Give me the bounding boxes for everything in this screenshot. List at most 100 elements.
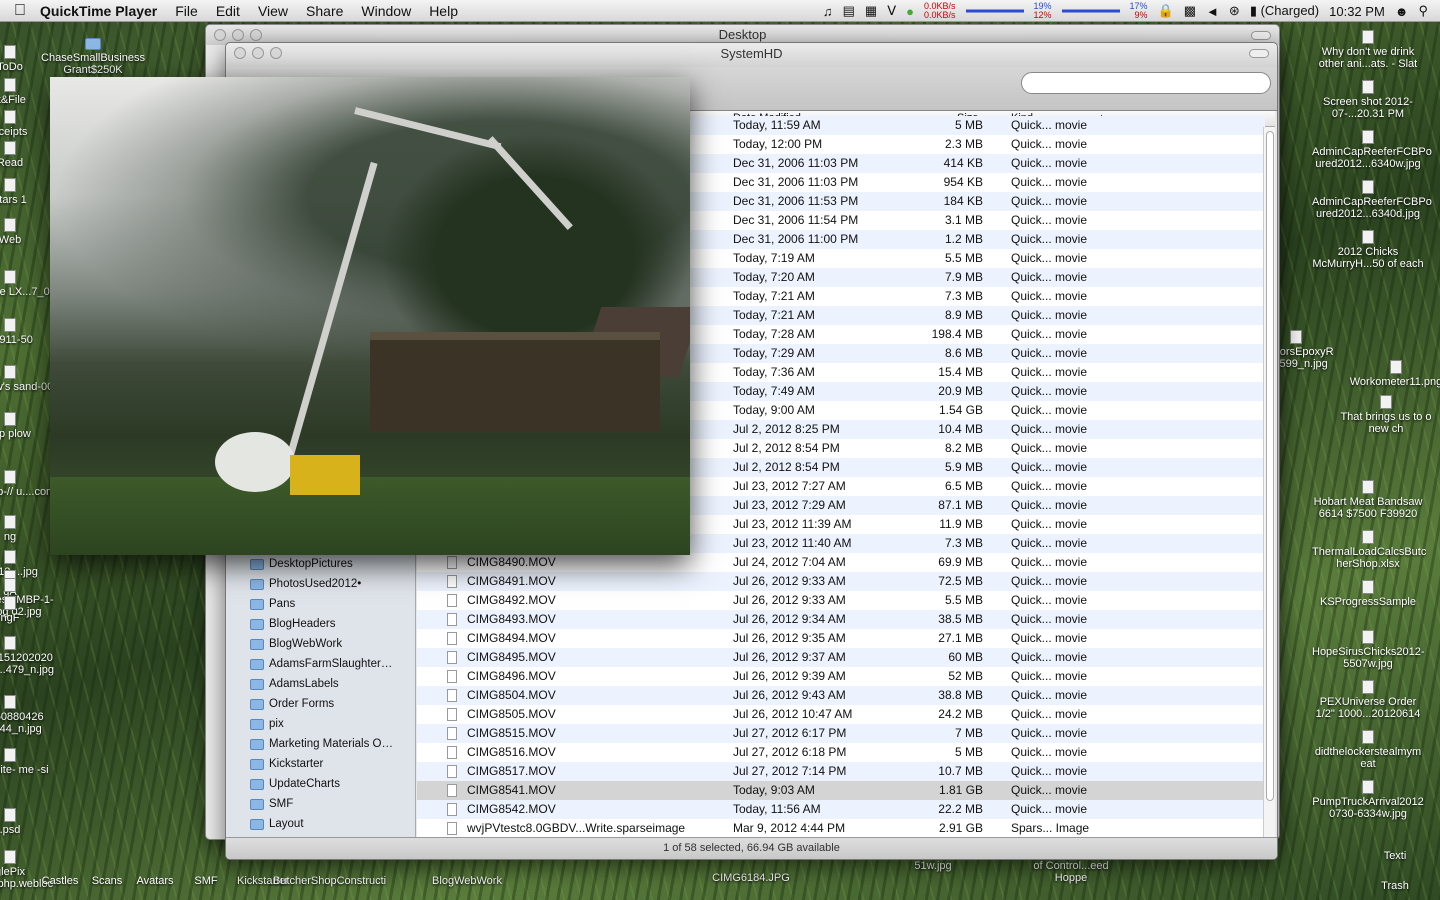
desktop-icon-right[interactable]: KSProgressSample <box>1312 580 1424 608</box>
table-row[interactable]: CIMG8493.MOV Jul 26, 2012 9:34 AM 38.5 MB Q… <box>417 610 1265 629</box>
table-row[interactable]: CIMG8504.MOV Jul 26, 2012 9:43 AM 38.8 MB Q… <box>417 686 1265 705</box>
table-row[interactable]: CIMG8542.MOV Today, 11:56 AM 22.2 MB Quick.… <box>417 800 1265 819</box>
sidebar-item-kickstarter[interactable]: Kickstarter <box>250 754 323 774</box>
table-row[interactable]: CIMG8495.MOV Jul 26, 2012 9:37 AM 60 MB Qui… <box>417 648 1265 667</box>
cement-mixer-drum <box>215 432 295 492</box>
desktop-icon-bottom[interactable]: of Control...eed Hoppe <box>1016 860 1126 884</box>
volume-icon[interactable]: ◄ <box>1206 4 1219 19</box>
desktop-icon-bottom[interactable]: BlogWebWork <box>412 875 522 887</box>
toolbar-toggle-button[interactable] <box>1251 31 1271 40</box>
sidebar-item-blogwebwork[interactable]: BlogWebWork <box>250 634 342 654</box>
clock[interactable]: 10:32 PM <box>1329 4 1385 19</box>
sidebar-item-desktoppictures[interactable]: DesktopPictures <box>250 554 353 574</box>
desktop-icon-right[interactable]: Screen shot 2012-07-...20.31 PM <box>1312 80 1424 120</box>
menu-file[interactable]: File <box>175 3 198 19</box>
table-row[interactable]: CIMG8494.MOV Jul 26, 2012 9:35 AM 27.1 MB Q… <box>417 629 1265 648</box>
quicktime-movie-frame[interactable] <box>50 77 690 555</box>
cpu-meter-2[interactable]: 17% 9% <box>1130 2 1148 20</box>
movie-file-icon <box>447 727 457 740</box>
table-row[interactable]: CIMG8492.MOV Jul 26, 2012 9:33 AM 5.5 MB Qu… <box>417 591 1265 610</box>
desktop-icon-left[interactable]: 68_10151202020 328_5...479_n.jpg <box>0 636 65 676</box>
desktop-icon-bottom[interactable]: ButcherShopConstructi <box>273 875 386 887</box>
desktop-icon-right[interactable]: 2012 Chicks McMurryH...50 of each <box>1312 230 1424 270</box>
file-size: 198.4 MB <box>931 327 983 341</box>
battery-status[interactable]: ▮ (Charged) <box>1250 3 1319 19</box>
network-meter[interactable]: 0.0KB/s 0.0KB/s <box>924 2 956 20</box>
sidebar-item-photosused2012[interactable]: PhotosUsed2012• <box>250 574 361 594</box>
spotlight-icon[interactable]: ⚲ <box>1418 3 1428 19</box>
desktop-icon-bottom[interactable]: CIMG6184.JPG <box>696 872 806 884</box>
table-row[interactable]: CIMG8541.MOV Today, 9:03 AM 1.81 GB Quick..… <box>417 781 1265 800</box>
search-input[interactable] <box>1021 72 1271 94</box>
lock-icon[interactable]: 🔒 <box>1158 3 1174 19</box>
desktop-icon-right[interactable]: ThermalLoadCalcsButc herShop.xlsx <box>1312 530 1426 570</box>
minimize-button[interactable] <box>252 47 264 59</box>
folder-icon <box>250 658 264 670</box>
cpu-meter-1[interactable]: 19% 12% <box>1034 2 1052 20</box>
status-dot-icon[interactable]: ● <box>906 4 914 19</box>
apple-menu-icon[interactable]:  <box>0 2 40 20</box>
table-row[interactable]: CIMG8516.MOV Jul 27, 2012 6:18 PM 5 MB Quic… <box>417 743 1265 762</box>
minimize-button[interactable] <box>232 29 244 41</box>
close-button[interactable] <box>234 47 246 59</box>
sidebar-item-blogheaders[interactable]: BlogHeaders <box>250 614 335 634</box>
table-row[interactable]: CIMG8515.MOV Jul 27, 2012 6:17 PM 7 MB Quic… <box>417 724 1265 743</box>
table-row[interactable]: CIMG8496.MOV Jul 26, 2012 9:39 AM 52 MB Qui… <box>417 667 1265 686</box>
folder-icon <box>250 618 264 630</box>
desktop-icon-left[interactable]: 10150880426 1...044_n.jpg <box>0 695 65 735</box>
menu-window[interactable]: Window <box>361 3 411 19</box>
desktop-icon-right[interactable]: That brings us to o new ch <box>1330 395 1440 435</box>
desktop-icon-right[interactable]: Why don't we drink other ani...ats. - Sl… <box>1312 30 1424 70</box>
finder-titlebar[interactable]: SystemHD <box>226 43 1277 67</box>
screen-icon[interactable]: ▤ <box>843 3 855 19</box>
music-note-icon[interactable]: ♫ <box>823 4 833 19</box>
desktop-icon-left[interactable]: ter" -site- me -si <box>0 748 65 776</box>
sidebar-item-smf[interactable]: SMF <box>250 794 293 814</box>
menu-share[interactable]: Share <box>306 3 343 19</box>
scroll-thumb[interactable] <box>1266 131 1274 801</box>
desktop-icon-top[interactable]: ChaseSmallBusiness Grant$250K <box>38 38 148 76</box>
desktop-icon-right[interactable]: HopeSirusChicks2012- 5507w.jpg <box>1312 630 1425 670</box>
desktop-icon-bottom[interactable]: 51w.jpg <box>878 860 988 872</box>
menu-edit[interactable]: Edit <box>216 3 240 19</box>
table-row[interactable]: CIMG8491.MOV Jul 26, 2012 9:33 AM 72.5 MB Q… <box>417 572 1265 591</box>
table-row[interactable]: CIMG8490.MOV Jul 24, 2012 7:04 AM 69.9 MB Q… <box>417 553 1265 572</box>
bluetooth-icon[interactable]: ᐯ <box>887 3 896 19</box>
menu-view[interactable]: View <box>258 3 288 19</box>
desktop-icon-bottom[interactable]: Texti <box>1350 850 1440 862</box>
desktop-icon-left[interactable]: ngF <box>0 596 65 624</box>
calendar-icon[interactable]: ▦ <box>865 3 877 19</box>
desktop-icon-bottom[interactable]: Trash <box>1350 880 1440 892</box>
sidebar-item-adamsfarmslaughter[interactable]: AdamsFarmSlaughter… <box>250 654 392 674</box>
zoom-button[interactable] <box>250 29 262 41</box>
vertical-scrollbar[interactable] <box>1263 127 1275 839</box>
display-icon[interactable]: ▩ <box>1184 3 1196 19</box>
desktop-icon-right[interactable]: AdminCapReeferFCBPo ured2012...6340d.jpg <box>1312 180 1432 220</box>
desktop-icon-right[interactable]: didthelockerstealmym eat <box>1312 730 1424 770</box>
sidebar-item-updatecharts[interactable]: UpdateCharts <box>250 774 340 794</box>
menu-help[interactable]: Help <box>429 3 458 19</box>
sidebar-item-marketing-materials-o[interactable]: Marketing Materials O… <box>250 734 393 754</box>
sidebar-item-pix[interactable]: pix <box>250 714 284 734</box>
user-icon[interactable]: ☻ <box>1395 4 1409 19</box>
table-row[interactable]: CIMG8505.MOV Jul 26, 2012 10:47 AM 24.2 MB… <box>417 705 1265 724</box>
table-row[interactable]: CIMG8517.MOV Jul 27, 2012 7:14 PM 10.7 MB Q… <box>417 762 1265 781</box>
sidebar-item-order-forms[interactable]: Order Forms <box>250 694 334 714</box>
wifi-icon[interactable]: ⊛ <box>1229 3 1240 19</box>
toolbar-toggle-button[interactable] <box>1249 49 1269 58</box>
desktop-icon-left[interactable]: .psd <box>0 808 65 836</box>
sidebar-item-pans[interactable]: Pans <box>250 594 295 614</box>
close-button[interactable] <box>214 29 226 41</box>
sidebar-item-layout[interactable]: Layout <box>250 814 304 834</box>
file-size: 8.9 MB <box>944 308 983 322</box>
desktop-icon-right[interactable]: Hobart Meat Bandsaw 6614 $7500 F39920 <box>1312 480 1424 520</box>
desktop-icon-right[interactable]: PumpTruckArrival2012 0730-6334w.jpg <box>1312 780 1424 820</box>
sidebar-item-adamslabels[interactable]: AdamsLabels <box>250 674 339 694</box>
desktop-icon-right[interactable]: PEXUniverse Order 1/2" 1000...20120614 <box>1312 680 1424 720</box>
zoom-button[interactable] <box>270 47 282 59</box>
app-menu[interactable]: QuickTime Player <box>40 3 157 19</box>
desktop-icon-right[interactable]: AdminCapReeferFCBPo ured2012...6340w.jpg <box>1312 130 1432 170</box>
table-row[interactable]: wvjPVtestc8.0GBDV...Write.sparseimage Mar… <box>417 819 1265 838</box>
desktop-icon-right[interactable]: Workometer11.png <box>1340 360 1440 388</box>
file-icon <box>4 45 16 59</box>
